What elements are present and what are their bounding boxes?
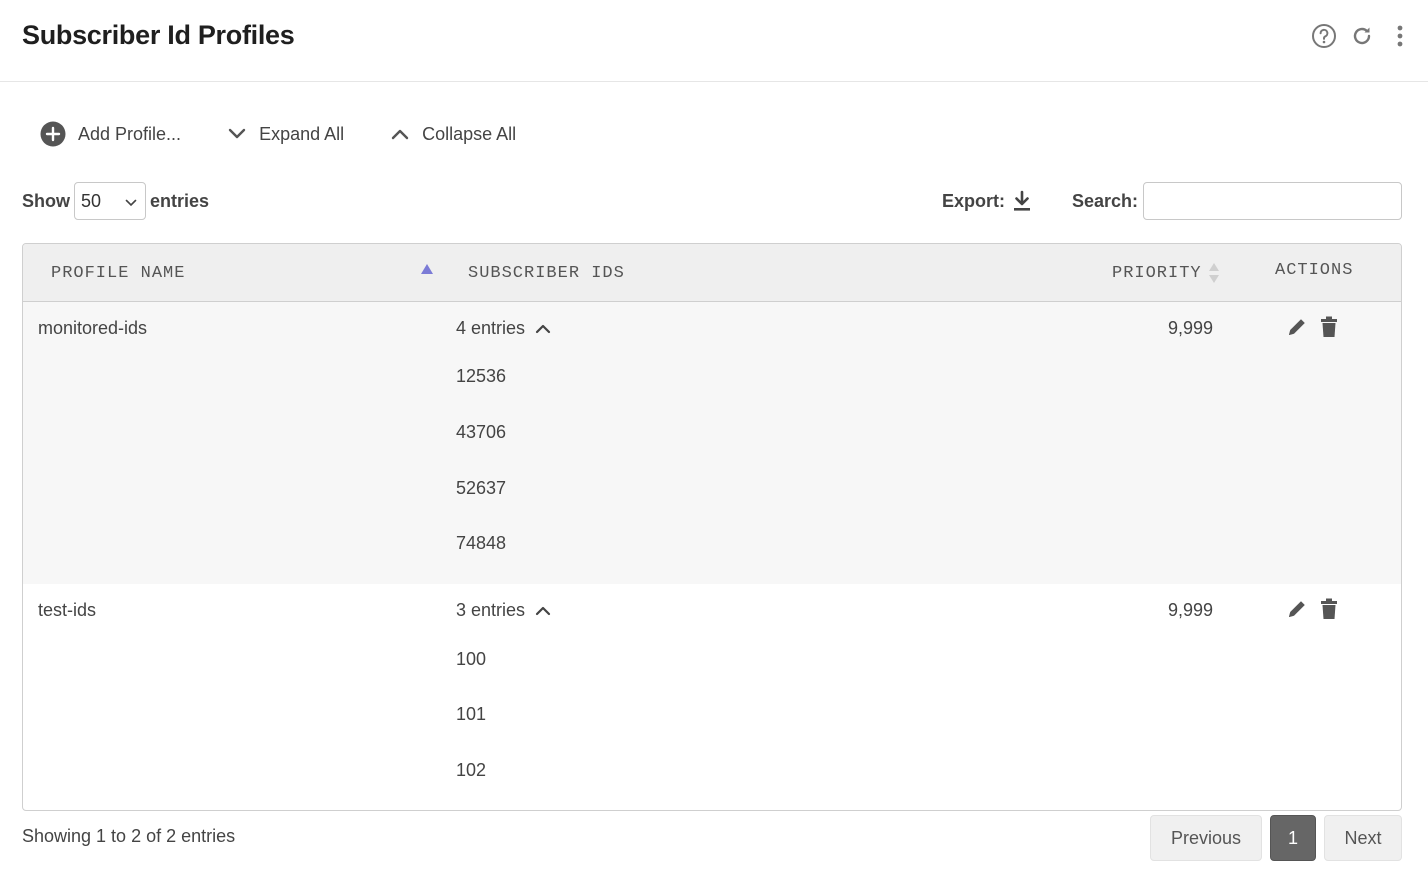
subscriber-id: 52637 — [456, 478, 507, 498]
table-info: Showing 1 to 2 of 2 entries — [22, 826, 236, 846]
chevron-up-icon — [390, 127, 410, 141]
subscriber-id: 102 — [456, 760, 487, 780]
table-controls: Show 50 entries Export: Search: — [22, 182, 1403, 220]
trash-icon[interactable] — [1318, 598, 1340, 620]
profile-name: monitored-ids — [38, 318, 148, 338]
search-control: Search: — [1072, 182, 1403, 220]
page-size-value: 50 — [81, 190, 102, 211]
profile-name: test-ids — [38, 600, 97, 620]
entries-label: entries — [150, 190, 210, 211]
subscriber-id: 100 — [456, 649, 487, 669]
column-header-label: PRIORITY — [1112, 263, 1202, 283]
page-1-button[interactable]: 1 — [1270, 815, 1316, 861]
entries-toggle[interactable]: 4 entries — [456, 318, 551, 339]
show-label: Show — [22, 190, 70, 211]
chevron-up-icon — [535, 605, 551, 617]
priority-value: 9,999 — [1167, 600, 1213, 620]
chevron-up-icon — [535, 323, 551, 335]
entries-count: 3 entries — [456, 600, 526, 620]
subscriber-id: 74848 — [456, 533, 507, 553]
subscriber-id: 101 — [456, 704, 487, 724]
row-actions — [1286, 316, 1340, 338]
column-header-actions: ACTIONS — [1275, 244, 1385, 299]
help-icon[interactable] — [1310, 22, 1338, 50]
priority-value: 9,999 — [1167, 318, 1213, 338]
export-button[interactable]: Export: — [942, 182, 1031, 220]
header-actions — [1310, 22, 1414, 50]
expand-all-label: Expand All — [259, 123, 345, 144]
chevron-down-icon — [227, 127, 247, 141]
trash-icon[interactable] — [1318, 316, 1340, 338]
column-header-profile-name[interactable]: PROFILE NAME — [51, 244, 441, 302]
table-header: PROFILE NAME SUBSCRIBER IDS PRIORITY ACT… — [23, 244, 1401, 302]
next-page-button[interactable]: Next — [1324, 815, 1402, 861]
search-input[interactable] — [1143, 182, 1403, 220]
column-header-subscriber-ids[interactable]: SUBSCRIBER IDS — [468, 244, 1068, 302]
download-icon — [1013, 190, 1031, 212]
subscriber-id: 43706 — [456, 422, 507, 442]
refresh-icon[interactable] — [1348, 22, 1376, 50]
pagination: Previous 1 Next — [1150, 815, 1402, 861]
edit-pencil-icon[interactable] — [1286, 598, 1308, 620]
page-size-select[interactable]: 50 — [74, 182, 146, 220]
add-profile-label: Add Profile... — [78, 123, 182, 144]
collapse-all-button[interactable]: Collapse All — [390, 124, 516, 145]
column-header-label: ACTIONS — [1275, 260, 1354, 280]
collapse-all-label: Collapse All — [422, 123, 517, 144]
add-profile-button[interactable]: Add Profile... — [40, 121, 181, 147]
entries-count: 4 entries — [456, 318, 526, 338]
column-header-label: PROFILE NAME — [51, 263, 186, 283]
column-header-label: SUBSCRIBER IDS — [468, 263, 625, 283]
sort-both-icon — [1208, 262, 1220, 284]
expand-all-button[interactable]: Expand All — [227, 124, 344, 145]
plus-circle-icon — [40, 121, 66, 147]
row-actions — [1286, 598, 1340, 620]
subscriber-id: 12536 — [456, 366, 507, 386]
search-label: Search: — [1072, 190, 1139, 211]
edit-pencil-icon[interactable] — [1286, 316, 1308, 338]
page-title: Subscriber Id Profiles — [22, 20, 295, 50]
more-menu-icon[interactable] — [1386, 22, 1414, 50]
profiles-table: PROFILE NAME SUBSCRIBER IDS PRIORITY ACT… — [22, 243, 1402, 811]
export-label: Export: — [942, 190, 1005, 211]
page-size-control: Show 50 entries — [22, 182, 209, 220]
chevron-down-icon — [125, 191, 137, 212]
page-header: Subscriber Id Profiles — [0, 0, 1428, 82]
sort-asc-icon — [421, 261, 433, 280]
table-row: test-ids 3 entries 100 101 102 9,999 — [23, 584, 1401, 810]
table-row: monitored-ids 4 entries 12536 43706 5263… — [23, 302, 1401, 584]
entries-toggle[interactable]: 3 entries — [456, 600, 551, 621]
column-header-priority[interactable]: PRIORITY — [1112, 244, 1222, 302]
toolbar: Add Profile... Expand All Collapse All — [40, 118, 562, 150]
previous-page-button[interactable]: Previous — [1150, 815, 1262, 861]
